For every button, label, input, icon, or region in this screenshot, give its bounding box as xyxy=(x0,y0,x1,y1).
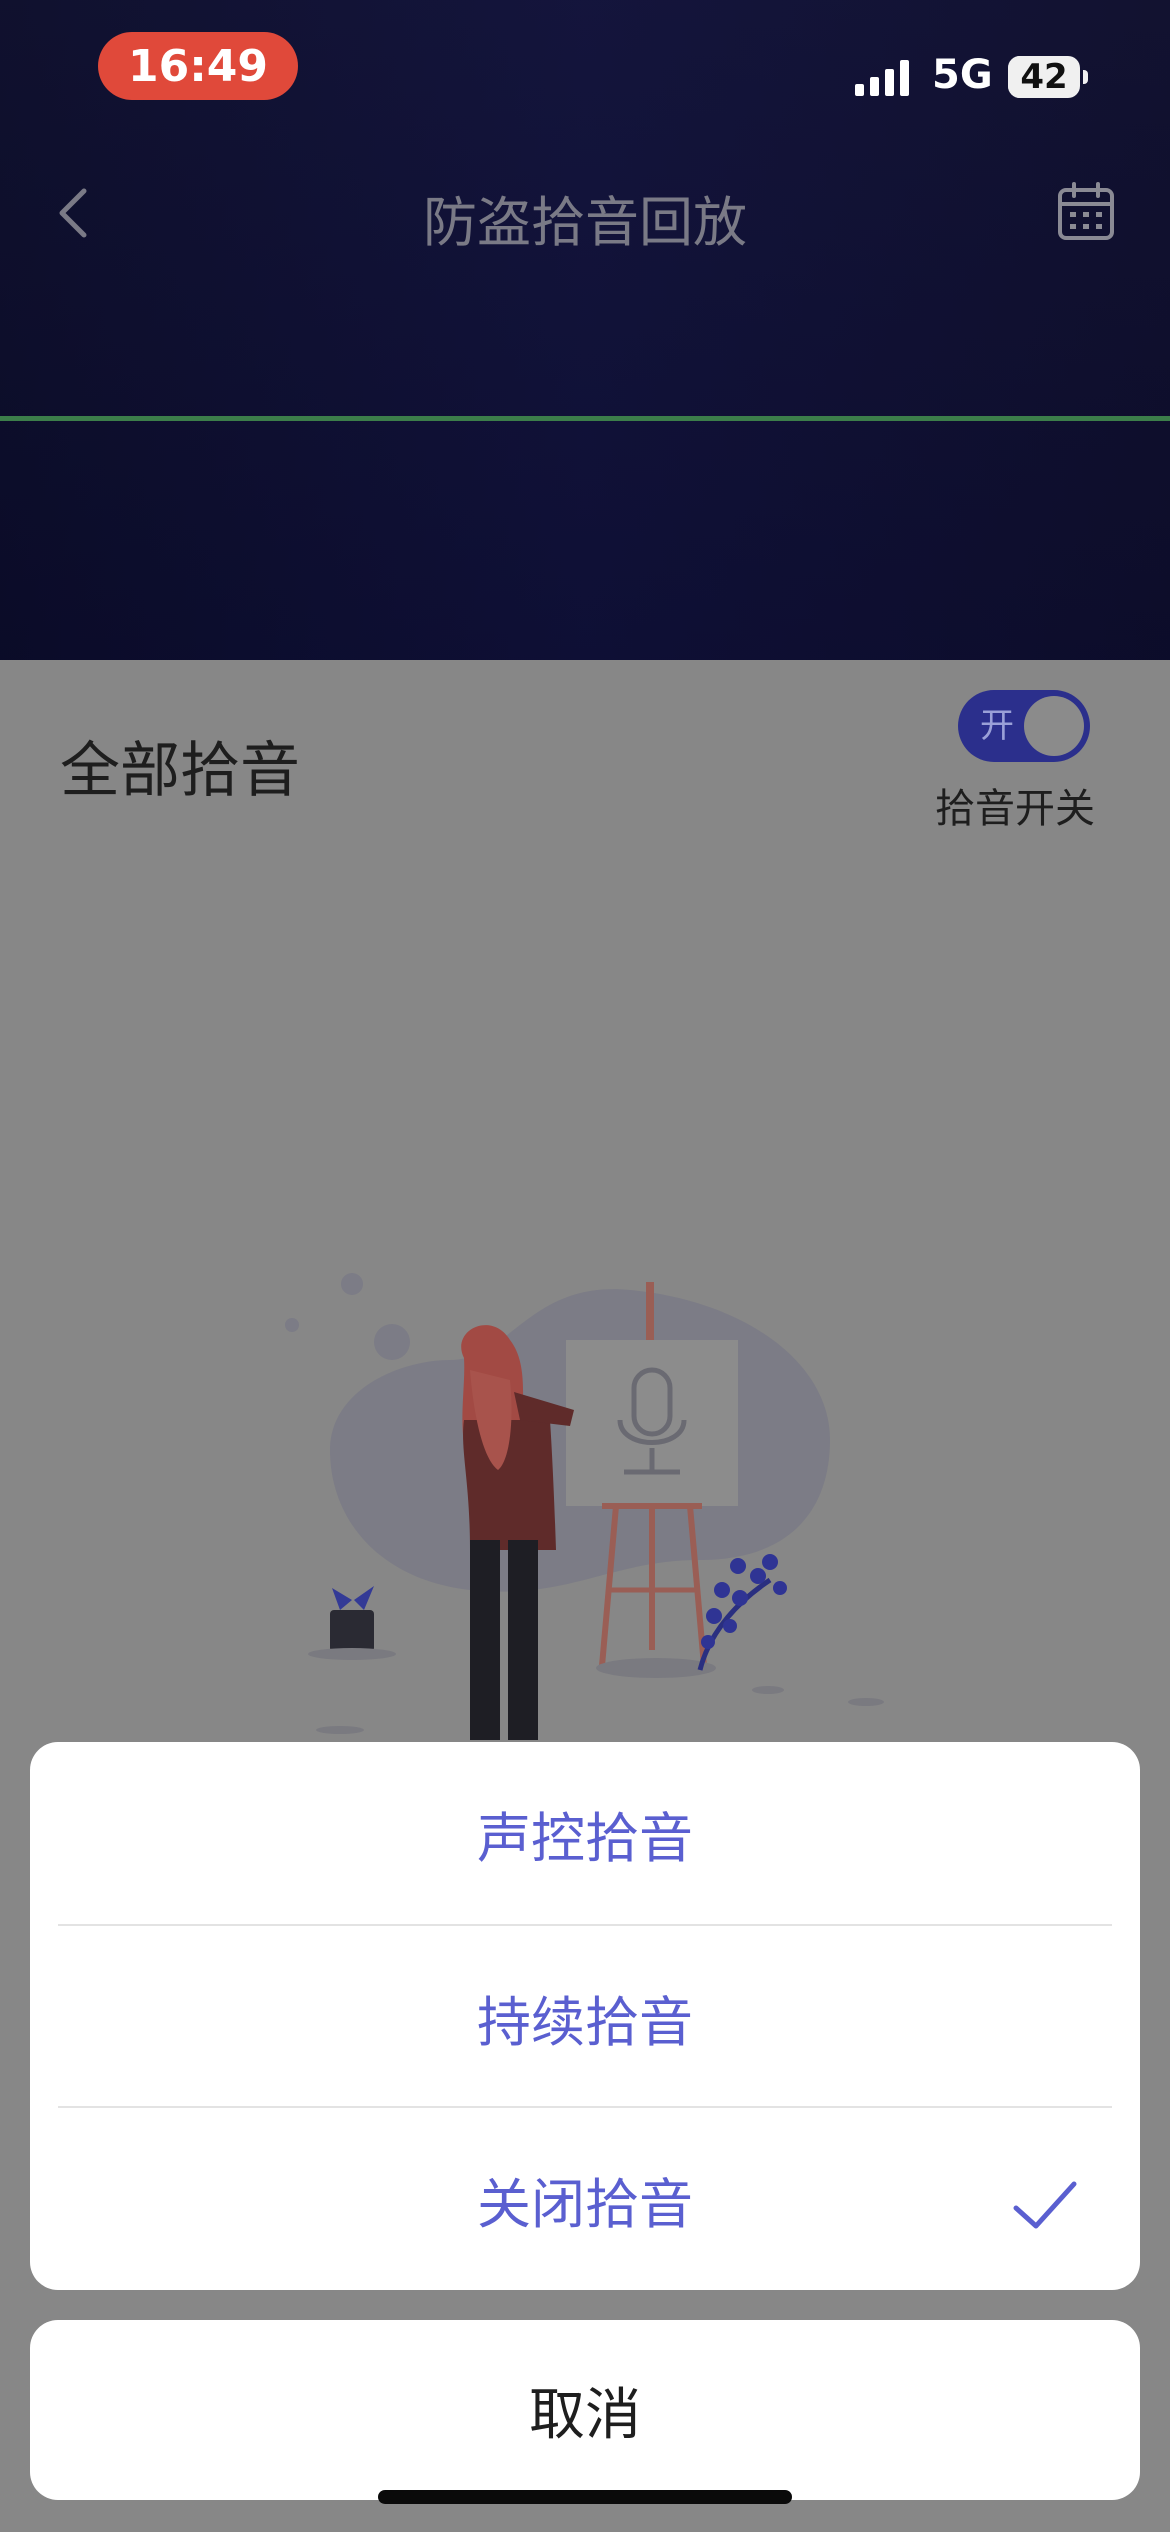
checkmark-icon xyxy=(1013,2181,1077,2229)
option-label: 持续拾音 xyxy=(477,1990,693,2054)
network-type: 5G xyxy=(932,52,993,98)
toggle-state-text: 开 xyxy=(980,706,1014,746)
cellular-signal-icon xyxy=(855,60,909,96)
empty-state-illustration xyxy=(285,1273,884,1740)
calendar-icon[interactable] xyxy=(1056,182,1116,242)
option-disable-pickup[interactable]: 关闭拾音 xyxy=(30,2108,1140,2290)
cancel-label: 取消 xyxy=(529,2382,641,2448)
cancel-button[interactable]: 取消 xyxy=(30,2320,1140,2500)
status-time: 16:49 xyxy=(98,32,298,100)
pickup-toggle[interactable]: 开 xyxy=(958,690,1090,762)
filter-label[interactable]: 全部拾音 xyxy=(60,722,300,809)
page-title: 防盗拾音回放 xyxy=(423,191,747,254)
option-voice-pickup[interactable]: 声控拾音 xyxy=(30,1742,1140,1924)
option-label: 关闭拾音 xyxy=(477,2172,693,2236)
timeline-line xyxy=(0,416,1170,421)
action-sheet: 声控拾音 持续拾音 关闭拾音 xyxy=(30,1742,1140,2290)
option-label: 声控拾音 xyxy=(477,1806,693,1870)
battery-level: 42 xyxy=(1020,57,1068,97)
home-indicator[interactable] xyxy=(378,2490,792,2504)
option-continuous-pickup[interactable]: 持续拾音 xyxy=(30,1926,1140,2108)
toggle-knob xyxy=(1024,696,1084,756)
battery-icon: 42 xyxy=(1008,56,1088,98)
toggle-label: 拾音开关 xyxy=(935,786,1095,832)
